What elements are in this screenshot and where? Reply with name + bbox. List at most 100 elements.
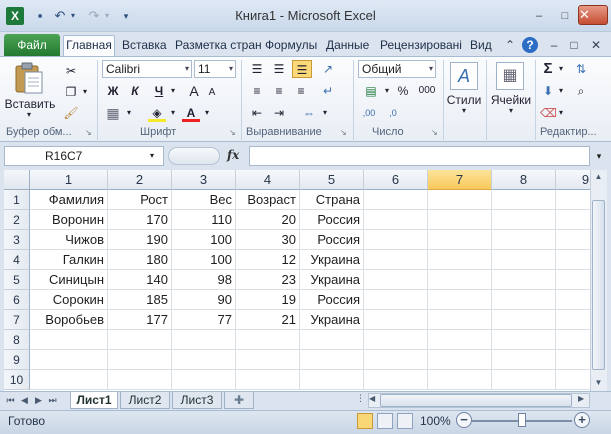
column-header[interactable]: 6 [364, 170, 428, 190]
cell[interactable] [428, 290, 492, 310]
worksheet-grid[interactable]: 1 2 3 4 5 6 7 8 9 1 Фамилия Рост Вес Возраст Страна 2 Во… [4, 170, 590, 391]
cell[interactable] [108, 370, 172, 390]
cell[interactable] [428, 210, 492, 230]
ribbon-minimize-icon[interactable]: ⌃ [502, 37, 518, 53]
row-header[interactable]: 2 [4, 210, 30, 230]
cell[interactable]: Россия [300, 230, 364, 250]
autosum-dropdown-icon[interactable]: ▾ [556, 60, 566, 78]
cell[interactable] [428, 370, 492, 390]
column-header[interactable]: 1 [30, 170, 108, 190]
borders-dropdown-icon[interactable]: ▾ [124, 104, 134, 122]
cell[interactable]: 12 [236, 250, 300, 270]
cell[interactable]: Галкин [30, 250, 108, 270]
cell[interactable]: Украина [300, 250, 364, 270]
cell[interactable]: Страна [300, 190, 364, 210]
horizontal-scroll-thumb[interactable] [380, 394, 572, 407]
cell[interactable] [300, 350, 364, 370]
tab-home[interactable]: Главная [63, 35, 115, 57]
cell[interactable] [30, 330, 108, 350]
tab-insert[interactable]: Вставка [120, 36, 169, 56]
scroll-right-icon[interactable]: ▶ [578, 394, 588, 407]
cell[interactable] [492, 210, 556, 230]
merge-center-icon[interactable]: ⇔ [300, 104, 318, 122]
cell[interactable] [492, 350, 556, 370]
paste-button[interactable]: Вставить [4, 97, 56, 111]
cells-button[interactable]: Ячейки [488, 93, 534, 107]
cell[interactable] [172, 370, 236, 390]
row-header[interactable]: 8 [4, 330, 30, 350]
percent-button[interactable]: % [394, 82, 412, 100]
cell[interactable] [492, 330, 556, 350]
paste-icon[interactable] [12, 62, 46, 96]
minimize-button[interactable]: – [528, 9, 550, 25]
cell[interactable] [492, 310, 556, 330]
cell[interactable] [364, 330, 428, 350]
cell[interactable] [172, 350, 236, 370]
cell[interactable]: Возраст [236, 190, 300, 210]
cell[interactable]: 90 [172, 290, 236, 310]
name-box[interactable]: R16C7 [4, 146, 164, 166]
number-launcher-icon[interactable]: ↘ [431, 128, 440, 137]
cell[interactable]: 19 [236, 290, 300, 310]
insert-function-button[interactable]: fx [227, 148, 245, 164]
cell[interactable] [556, 270, 590, 290]
normal-view-icon[interactable] [357, 413, 373, 429]
sort-filter-icon[interactable]: ⇅ [572, 60, 590, 78]
orientation-icon[interactable]: ↗ [318, 60, 338, 78]
font-launcher-icon[interactable]: ↘ [229, 128, 238, 137]
page-layout-view-icon[interactable] [377, 413, 393, 429]
row-header[interactable]: 7 [4, 310, 30, 330]
cell[interactable]: Воронин [30, 210, 108, 230]
cell[interactable] [108, 350, 172, 370]
fill-icon[interactable]: ⬇ [540, 82, 556, 100]
format-painter-icon[interactable]: 🖌 [62, 104, 80, 122]
cell[interactable] [364, 190, 428, 210]
borders-icon[interactable]: ▦ [104, 104, 122, 122]
font-size-combo[interactable]: 11 ▾ [194, 60, 236, 78]
row-header[interactable]: 4 [4, 250, 30, 270]
cell[interactable]: Рост [108, 190, 172, 210]
formula-bar-splitter[interactable] [168, 147, 220, 165]
cell[interactable] [300, 370, 364, 390]
cell[interactable] [108, 330, 172, 350]
currency-icon[interactable]: ▤ [360, 82, 382, 100]
cell[interactable] [30, 350, 108, 370]
cell[interactable]: 100 [172, 230, 236, 250]
cell[interactable] [364, 210, 428, 230]
cell[interactable] [492, 190, 556, 210]
grow-font-button[interactable]: A [186, 82, 202, 100]
sheet-tab-2[interactable]: Лист2 [120, 392, 170, 409]
font-name-combo[interactable]: Calibri ▾ [102, 60, 192, 78]
cell[interactable] [364, 270, 428, 290]
row-header[interactable]: 10 [4, 370, 30, 390]
tab-page-layout[interactable]: Разметка стран [173, 36, 261, 56]
scroll-up-icon[interactable]: ▲ [592, 172, 605, 184]
cell[interactable] [556, 210, 590, 230]
name-box-dropdown-icon[interactable]: ▾ [150, 148, 162, 164]
font-color-icon[interactable]: A [182, 104, 200, 122]
select-all-corner[interactable] [4, 170, 30, 190]
cut-icon[interactable]: ✂ [62, 62, 80, 80]
cell[interactable] [428, 270, 492, 290]
cell[interactable] [556, 330, 590, 350]
cell[interactable] [556, 230, 590, 250]
tab-data[interactable]: Данные [324, 36, 371, 56]
close-button[interactable]: ✕ [578, 5, 608, 25]
formula-input[interactable] [249, 146, 590, 166]
zoom-in-icon[interactable]: + [574, 412, 590, 428]
column-header[interactable]: 8 [492, 170, 556, 190]
row-header[interactable]: 6 [4, 290, 30, 310]
currency-dropdown-icon[interactable]: ▾ [382, 82, 392, 100]
cell[interactable]: 30 [236, 230, 300, 250]
cell[interactable] [428, 250, 492, 270]
fill-color-dropdown-icon[interactable]: ▾ [168, 104, 178, 122]
row-header[interactable]: 1 [4, 190, 30, 210]
prev-sheet-icon[interactable]: ◀ [18, 393, 31, 407]
underline-button[interactable]: Ч [150, 82, 168, 100]
tab-splitter[interactable]: ⋮ [356, 393, 365, 408]
tab-file[interactable]: Файл [4, 34, 60, 56]
row-header[interactable]: 9 [4, 350, 30, 370]
cell[interactable] [556, 370, 590, 390]
styles-icon[interactable]: A [450, 62, 478, 90]
cell[interactable]: Украина [300, 310, 364, 330]
